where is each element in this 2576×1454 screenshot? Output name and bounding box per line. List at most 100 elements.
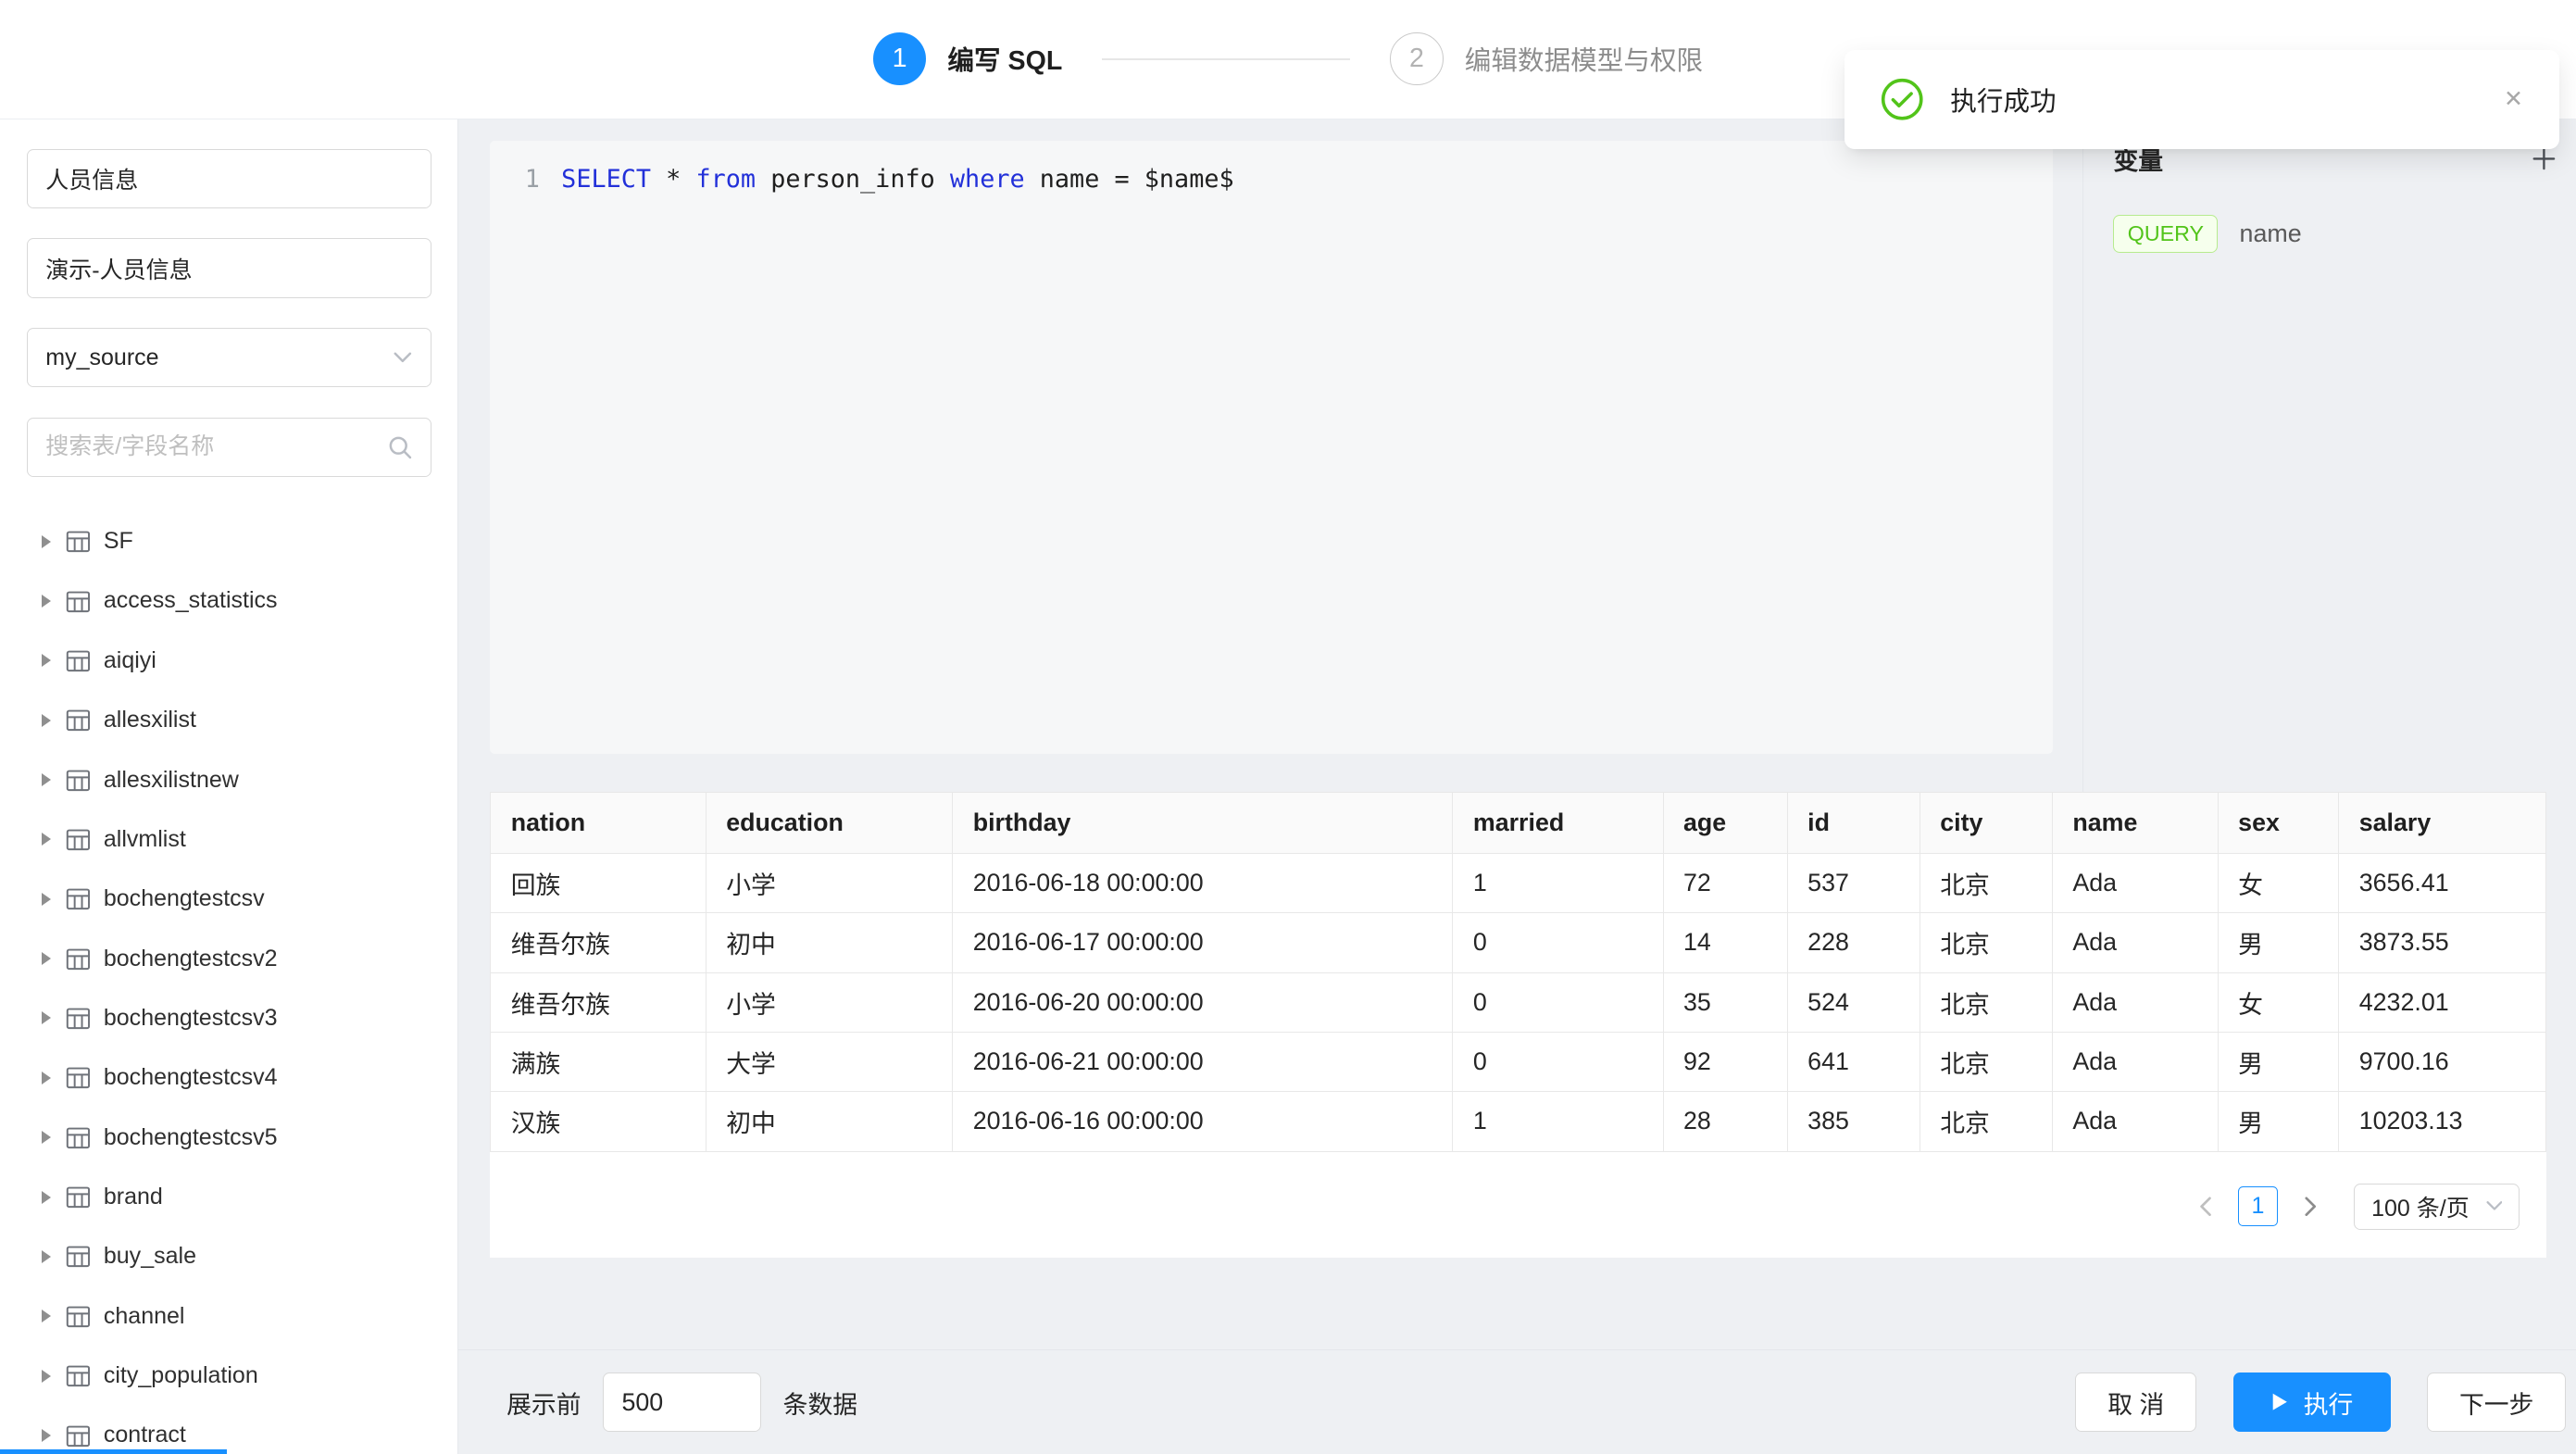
- app-window: 1 编写 SQL 2 编辑数据模型与权限 执行成功 ✕ my_source: [0, 0, 2576, 1454]
- table-name: allesxilistnew: [104, 767, 239, 794]
- table-tree-item[interactable]: city_population: [27, 1346, 431, 1405]
- table-tree-item[interactable]: allesxilistnew: [27, 750, 431, 809]
- table-cell: 北京: [1919, 1092, 2052, 1151]
- run-button-label: 执行: [2304, 1385, 2354, 1421]
- code-token: where: [950, 165, 1025, 194]
- table-name: bochengtestcsv: [104, 885, 265, 912]
- table-name: bochengtestcsv5: [104, 1124, 278, 1151]
- page-size-select[interactable]: 100 条/页: [2354, 1184, 2520, 1230]
- table-cell: 10203.13: [2339, 1092, 2546, 1151]
- caret-right-icon[interactable]: [42, 1072, 51, 1084]
- footer-bar: 展示前 条数据 取 消 执行 下一步: [458, 1349, 2576, 1454]
- table-cell: 小学: [706, 853, 953, 912]
- step-edit-model[interactable]: 2 编辑数据模型与权限: [1390, 32, 1703, 85]
- step-2-number: 2: [1390, 32, 1443, 85]
- table-icon: [66, 1363, 91, 1388]
- caret-right-icon[interactable]: [42, 833, 51, 846]
- table-tree-item[interactable]: SF: [27, 511, 431, 570]
- table-tree-item[interactable]: bochengtestcsv3: [27, 988, 431, 1047]
- table-tree-item[interactable]: channel: [27, 1286, 431, 1346]
- sql-editor[interactable]: 1 SELECT * from person_info where name = …: [490, 141, 2053, 754]
- step-write-sql[interactable]: 1 编写 SQL: [873, 32, 1062, 85]
- table-row[interactable]: 维吾尔族小学2016-06-20 00:00:00035524北京Ada女423…: [491, 972, 2546, 1032]
- variable-item: QUERY name: [2113, 215, 2556, 253]
- caret-right-icon[interactable]: [42, 654, 51, 667]
- table-tree-item[interactable]: bochengtestcsv: [27, 870, 431, 929]
- add-variable-icon[interactable]: [2532, 146, 2557, 171]
- table-icon: [66, 648, 91, 673]
- table-cell: Ada: [2052, 913, 2218, 972]
- datasource-select[interactable]: my_source: [27, 328, 431, 387]
- table-cell: 大学: [706, 1032, 953, 1091]
- table-cell: 228: [1787, 913, 1919, 972]
- table-cell: 3873.55: [2339, 913, 2546, 972]
- table-cell: 初中: [706, 913, 953, 972]
- model-name-input[interactable]: [27, 149, 431, 208]
- main-area: 1 SELECT * from person_info where name = …: [458, 119, 2576, 1454]
- table-row[interactable]: 汉族初中2016-06-16 00:00:00128385北京Ada男10203…: [491, 1092, 2546, 1151]
- table-tree-item[interactable]: access_statistics: [27, 571, 431, 631]
- code-token: name = $name$: [1025, 165, 1234, 194]
- close-icon[interactable]: ✕: [2504, 88, 2523, 111]
- table-tree-item[interactable]: allvmlist: [27, 809, 431, 869]
- table-icon: [66, 1065, 91, 1090]
- table-name: buy_sale: [104, 1243, 196, 1270]
- caret-right-icon[interactable]: [42, 893, 51, 906]
- caret-right-icon[interactable]: [42, 773, 51, 786]
- table-cell: 3656.41: [2339, 853, 2546, 912]
- model-alias-input[interactable]: [27, 238, 431, 297]
- caret-right-icon[interactable]: [42, 1131, 51, 1144]
- table-cell: 小学: [706, 972, 953, 1032]
- table-tree-item[interactable]: brand: [27, 1167, 431, 1226]
- caret-right-icon[interactable]: [42, 535, 51, 548]
- caret-right-icon[interactable]: [42, 595, 51, 608]
- upper-section: 1 SELECT * from person_info where name = …: [458, 119, 2576, 792]
- caret-right-icon[interactable]: [42, 1429, 51, 1442]
- table-tree-item[interactable]: buy_sale: [27, 1227, 431, 1286]
- caret-right-icon[interactable]: [42, 1250, 51, 1263]
- table-cell: 男: [2218, 1032, 2339, 1091]
- table-cell: 北京: [1919, 853, 2052, 912]
- table-cell: 28: [1663, 1092, 1787, 1151]
- table-cell: 0: [1453, 1032, 1663, 1091]
- column-header: birthday: [953, 792, 1453, 853]
- table-icon: [66, 1125, 91, 1150]
- table-icon: [66, 768, 91, 793]
- current-page[interactable]: 1: [2238, 1186, 2278, 1226]
- table-tree: SF access_statistics: [27, 511, 431, 1453]
- caret-right-icon[interactable]: [42, 1310, 51, 1322]
- sql-code: SELECT * from person_info where name = $…: [561, 165, 1233, 194]
- column-header: sex: [2218, 792, 2339, 853]
- search-input[interactable]: [27, 418, 431, 477]
- table-row[interactable]: 满族大学2016-06-21 00:00:00092641北京Ada男9700.…: [491, 1032, 2546, 1091]
- cancel-button[interactable]: 取 消: [2075, 1373, 2196, 1432]
- table-cell: 维吾尔族: [491, 972, 707, 1032]
- next-page-button[interactable]: [2291, 1186, 2331, 1226]
- caret-right-icon[interactable]: [42, 1370, 51, 1383]
- run-button[interactable]: 执行: [2233, 1373, 2391, 1432]
- table-tree-item[interactable]: contract: [27, 1406, 431, 1454]
- next-step-button[interactable]: 下一步: [2427, 1373, 2566, 1432]
- table-name: aiqiyi: [104, 647, 156, 674]
- table-tree-item[interactable]: bochengtestcsv4: [27, 1048, 431, 1108]
- variable-type-tag: QUERY: [2113, 215, 2218, 253]
- row-limit-input[interactable]: [603, 1373, 762, 1432]
- caret-right-icon[interactable]: [42, 714, 51, 727]
- table-row[interactable]: 回族小学2016-06-18 00:00:00172537北京Ada女3656.…: [491, 853, 2546, 912]
- table-cell: 女: [2218, 972, 2339, 1032]
- horizontal-scrollbar-thumb[interactable]: [0, 1449, 227, 1454]
- caret-right-icon[interactable]: [42, 1011, 51, 1024]
- table-tree-item[interactable]: bochengtestcsv5: [27, 1108, 431, 1167]
- table-tree-item[interactable]: bochengtestcsv2: [27, 929, 431, 988]
- table-row[interactable]: 维吾尔族初中2016-06-17 00:00:00014228北京Ada男387…: [491, 913, 2546, 972]
- table-cell: Ada: [2052, 972, 2218, 1032]
- column-header: age: [1663, 792, 1787, 853]
- caret-right-icon[interactable]: [42, 1191, 51, 1204]
- table-tree-item[interactable]: aiqiyi: [27, 631, 431, 690]
- table-tree-item[interactable]: allesxilist: [27, 690, 431, 749]
- table-cell: Ada: [2052, 1032, 2218, 1091]
- line-number: 1: [525, 165, 540, 194]
- prev-page-button[interactable]: [2185, 1186, 2225, 1226]
- table-header-row: nationeducationbirthdaymarriedageidcityn…: [491, 792, 2546, 853]
- caret-right-icon[interactable]: [42, 952, 51, 965]
